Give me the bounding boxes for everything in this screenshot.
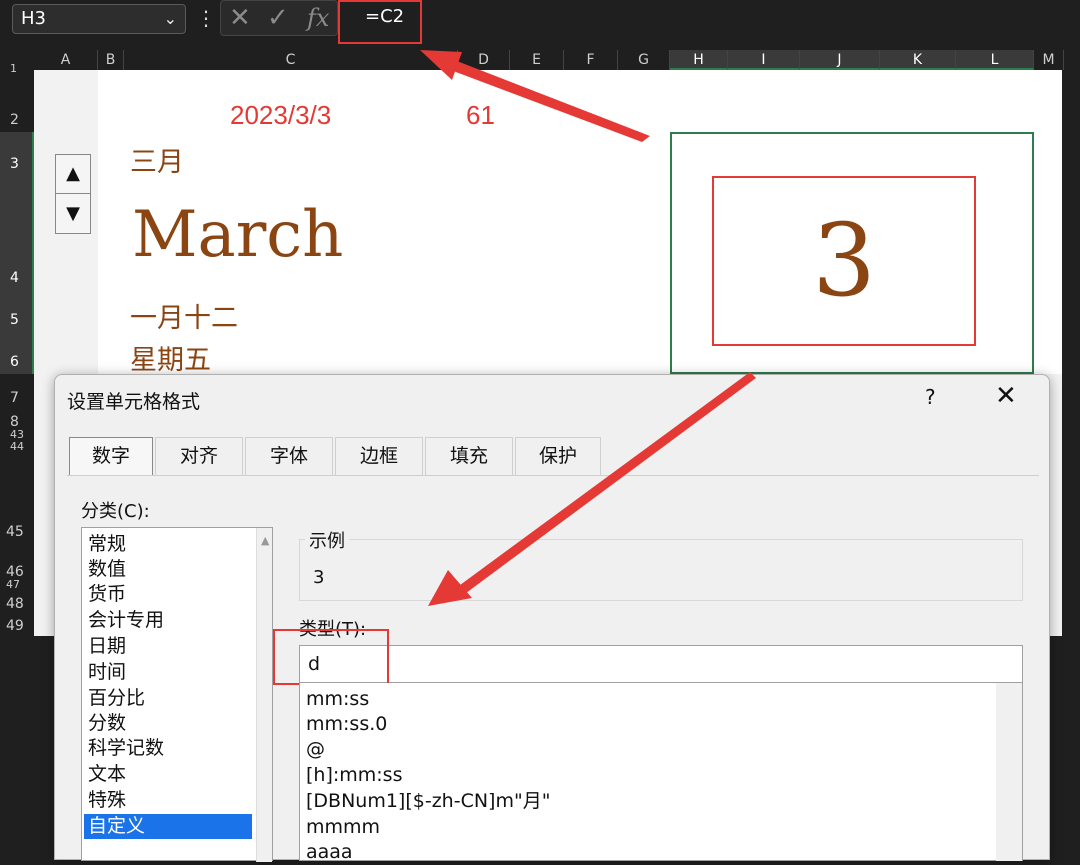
arrow-bottom-shaft (456, 372, 756, 596)
annotation-arrows (420, 50, 756, 606)
arrow-top-head (420, 50, 462, 80)
arrow-top-shaft (440, 56, 650, 142)
